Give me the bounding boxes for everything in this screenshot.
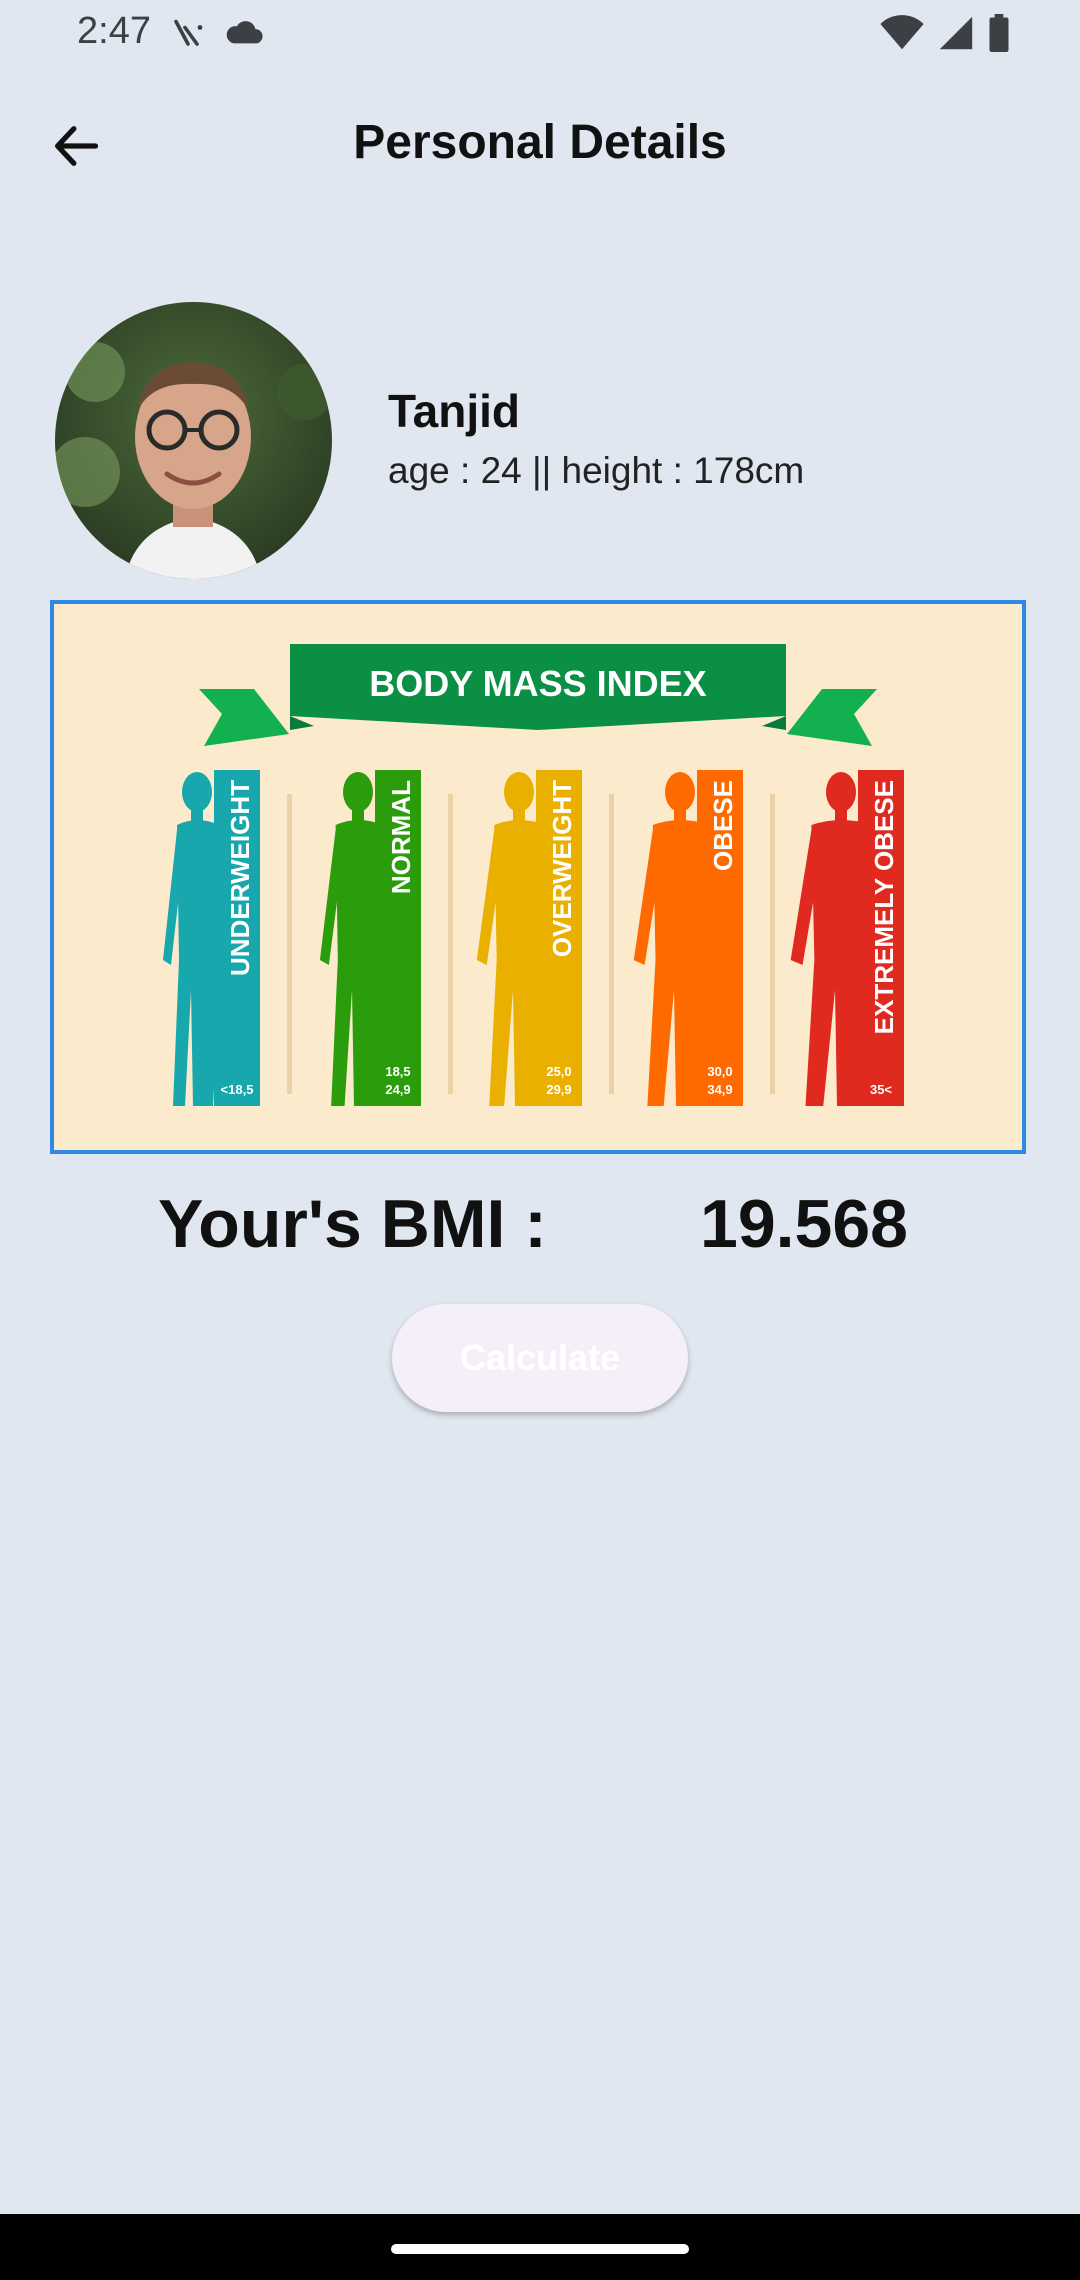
calculate-button-label: Calculate [459,1337,621,1378]
category-label: NORMAL [386,780,416,894]
category-separator [609,794,614,1094]
bmi-value: 19.568 [700,1186,908,1262]
battery-icon [988,14,1010,57]
page-title: Personal Details [353,116,727,169]
status-time: 2:47 [77,10,151,52]
home-indicator[interactable] [391,2244,689,2254]
status-bar: 2:47 [0,0,1080,68]
category-label: OBESE [708,780,738,871]
category-separator [287,794,292,1094]
category-range: <18,5 [221,1082,254,1097]
bmi-label: Your's BMI : [158,1186,547,1262]
category-range: 34,9 [707,1082,732,1097]
bmi-chart-image: BODY MASS INDEX UNDERWEIGHT <18,5 NORMAL 18,… [50,600,1026,1154]
bmi-chart-graphic: BODY MASS INDEX UNDERWEIGHT <18,5 NORMAL 18,… [54,604,1022,1150]
call-missed-icon [170,14,206,55]
app-bar: Personal Details [0,90,1080,200]
wifi-icon [880,15,924,56]
category-separator [448,794,453,1094]
signal-icon [938,15,974,56]
category-label: UNDERWEIGHT [225,780,255,976]
category-range: 25,0 [546,1064,571,1079]
category-separator [770,794,775,1094]
category-label: OVERWEIGHT [547,780,577,957]
category-range: 35< [870,1082,892,1097]
category-range: 18,5 [385,1064,410,1079]
bmi-result: Your's BMI : 19.568 [0,1185,1080,1275]
cloud-icon [224,16,264,53]
calculate-button[interactable]: Calculate [392,1304,688,1412]
bmi-chart-title: BODY MASS INDEX [369,663,706,704]
category-range: 24,9 [385,1082,410,1097]
avatar [55,302,332,579]
category-range: 29,9 [546,1082,571,1097]
category-label: EXTREMELY OBESE [869,780,899,1034]
profile-details: age : 24 || height : 178cm [388,450,805,491]
profile-name: Tanjid [388,385,521,437]
category-range: 30,0 [707,1064,732,1079]
